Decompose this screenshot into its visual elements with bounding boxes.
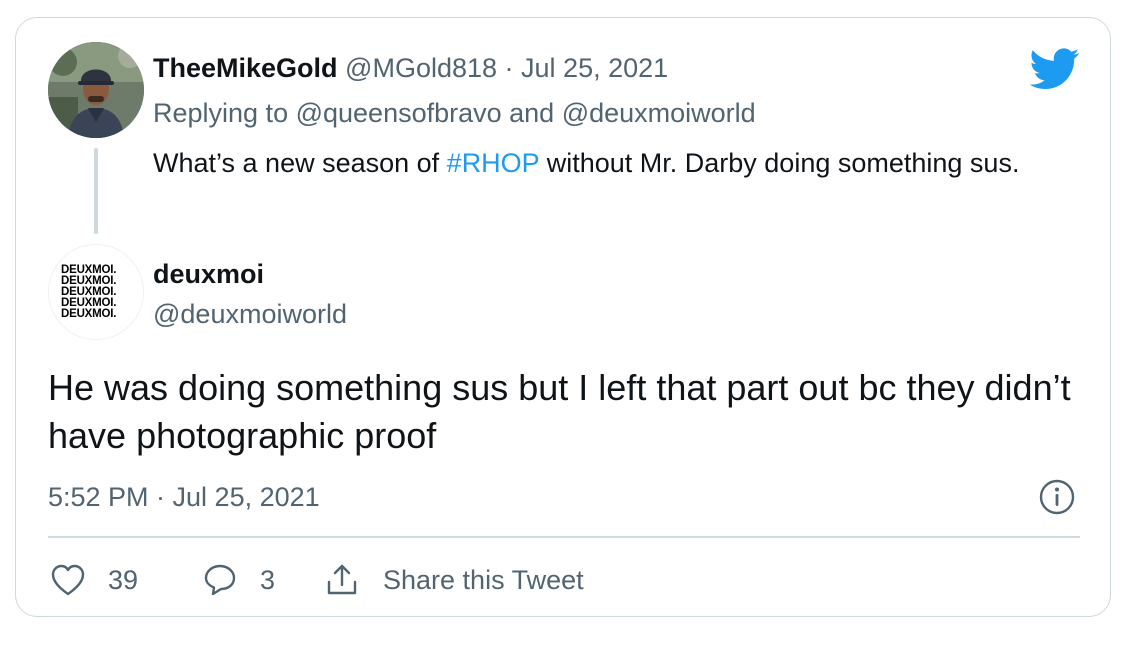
speech-bubble-icon	[204, 564, 236, 596]
replying-user-link[interactable]: @queensofbravo	[296, 98, 502, 128]
reply-date[interactable]: Jul 25, 2021	[521, 53, 668, 83]
avatar-photo-icon	[48, 42, 144, 138]
info-icon[interactable]	[1038, 478, 1076, 516]
logo-line: DEUXMOI.	[61, 308, 117, 320]
tweet-author-name[interactable]: deuxmoi	[153, 256, 264, 292]
share-label: Share this Tweet	[383, 564, 584, 595]
hashtag-link[interactable]: #RHOP	[447, 148, 540, 178]
thread-connector-line	[94, 148, 98, 234]
reply-text: What’s a new season of #RHOP without Mr.…	[153, 143, 1093, 184]
like-button[interactable]: 39	[50, 558, 138, 602]
heart-icon	[51, 564, 85, 596]
twitter-bird-icon[interactable]	[1029, 48, 1080, 90]
reply-author-handle[interactable]: @MGold818	[345, 53, 497, 83]
reply-separator: ·	[497, 53, 522, 83]
like-count: 39	[108, 564, 139, 595]
reply-button[interactable]: 3	[202, 558, 275, 602]
reply-count: 3	[260, 564, 276, 595]
replying-prefix: Replying to	[153, 98, 296, 128]
tweet-text: He was doing something sus but I left th…	[48, 367, 1071, 456]
tweet-timestamp[interactable]: 5:52 PM · Jul 25, 2021	[48, 479, 320, 515]
reply-text-part: What’s a new season of	[153, 148, 447, 178]
divider	[48, 536, 1080, 538]
replying-and: and	[501, 98, 562, 128]
share-tweet-button[interactable]: Share this Tweet	[324, 558, 584, 602]
tweet-author-handle[interactable]: @deuxmoiworld	[153, 296, 347, 332]
replying-user-link[interactable]: @deuxmoiworld	[562, 98, 756, 128]
avatar-theemikegold[interactable]	[48, 42, 144, 138]
reply-author-name[interactable]: TheeMikeGold	[153, 53, 338, 83]
reply-text-part: without Mr. Darby doing something sus.	[539, 148, 1020, 178]
replying-to-line: Replying to @queensofbravo and @deuxmoiw…	[153, 95, 756, 131]
reply-header: TheeMikeGold @MGold818 · Jul 25, 2021	[153, 50, 668, 86]
avatar-deuxmoi[interactable]: DEUXMOI. DEUXMOI. DEUXMOI. DEUXMOI. DEUX…	[48, 244, 144, 340]
share-upload-icon	[327, 564, 357, 595]
deuxmoi-logo: DEUXMOI. DEUXMOI. DEUXMOI. DEUXMOI. DEUX…	[61, 264, 117, 320]
